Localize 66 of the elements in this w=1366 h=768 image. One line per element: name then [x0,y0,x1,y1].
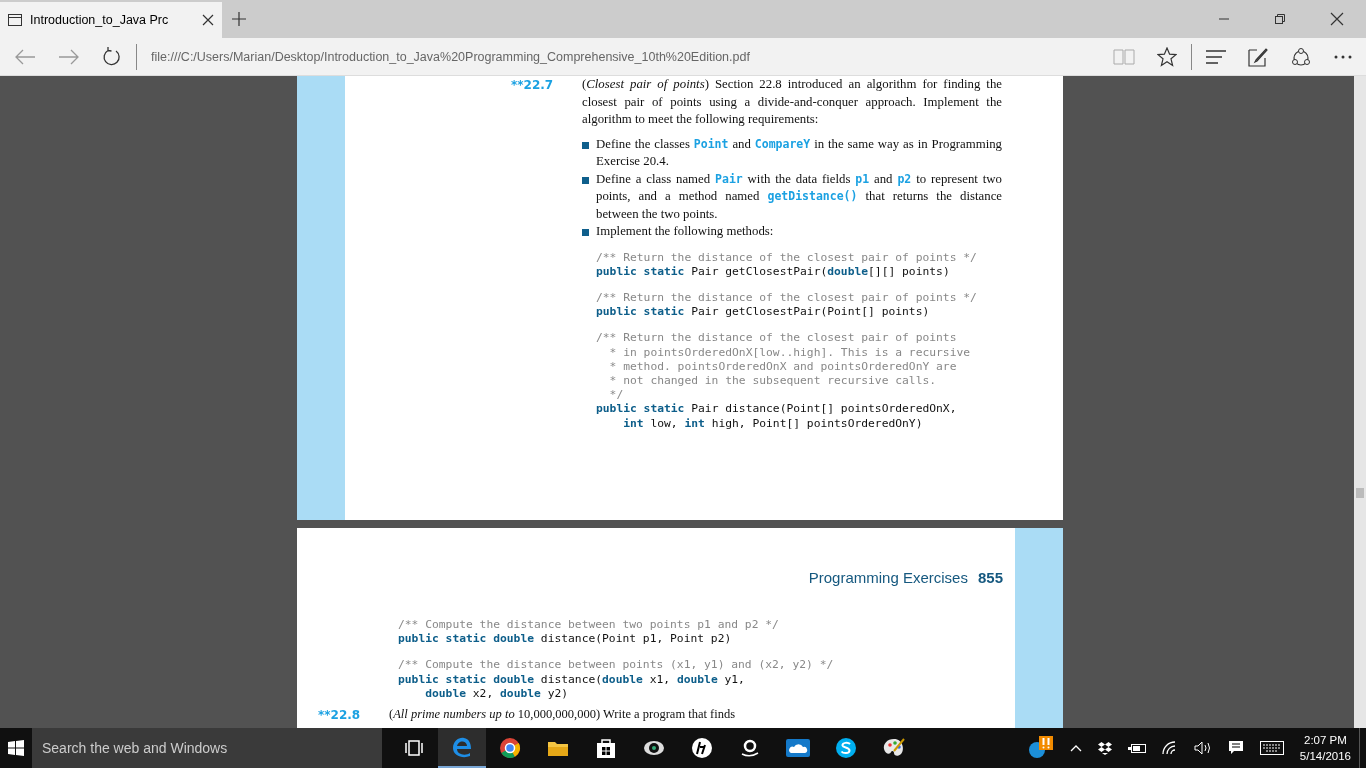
exercise-paragraph: (All prime numbers up to 10,000,000,000) Write a program that finds [389,707,736,723]
refresh-icon[interactable] [102,46,122,67]
code-line: public static double distance(Point p1, Point p2) [398,632,733,647]
clock-time[interactable]: 2:07 PM [1304,732,1347,748]
code-line: */ [608,388,625,403]
keyboard-icon[interactable] [1259,741,1284,755]
restore-icon[interactable] [1274,13,1286,25]
code-line: public static Pair getClosestPair(Point[] points) [596,305,931,320]
smile-arrow-icon [740,737,760,759]
code-line: /** Return the distance of the closest pair of points */ [596,290,978,306]
browser-tab[interactable]: Introduction_to_Java Prc [0,2,222,38]
more-icon[interactable] [1334,54,1352,59]
exercise-number: **22.7 [511,77,555,94]
battery-icon[interactable] [1127,742,1146,754]
exercise-paragraph: (Closest pair of points) Section 22.8 introduced an algorithm for finding the closest pair of points using a divide-and-conquer approach. Implement the algorithm to meet the following requirements: [582,76,1002,128]
code-line: /** Compute the distance between points (x1, y1) and (x2, y2) */ [398,658,835,673]
bullet-text: Define a class named Pair with the data fields p1 and p2 to represent two points, and a method named getDistance() that returns the distance between the two points. [596,170,1002,223]
code-line: double x2, double y2) [424,686,570,701]
back-icon[interactable] [14,48,36,65]
exercise-number: **22.8 [318,707,362,723]
code-line: int low, int high, Point[] pointsOrderedOnY) [622,416,924,431]
note-pen-icon[interactable] [1248,46,1268,67]
code-line: /** Compute the distance between two points p1 and p2 */ [398,618,780,633]
search-field[interactable]: Search the web and Windows [32,728,382,768]
star-icon[interactable] [1157,46,1177,67]
code-line: public static Pair distance(Point[] pointsOrderedOnX, [596,402,958,417]
bullet-icon [582,176,589,184]
bullet-text: Implement the following methods: [596,223,775,240]
code-line: public static Pair getClosestPair(double[][] points) [596,264,951,279]
task-view-icon [405,740,423,756]
code-line: /** Return the distance of the closest pair of points [596,331,958,346]
windows-logo-icon[interactable] [8,740,24,756]
new-tab-icon[interactable] [232,12,246,26]
wifi-icon[interactable] [1161,741,1178,755]
code-line: * not changed in the subsequent recursive calls. [608,373,938,389]
folder-icon [547,739,569,757]
bullet-icon [582,141,589,149]
scrollbar[interactable] [1354,76,1366,728]
code-line: public static double distance(double x1, double y1, [398,672,746,687]
shopping-bag-icon [596,737,616,759]
cloud-icon [786,739,810,757]
chrome-ball-icon [499,737,521,759]
round-logo-icon [691,737,713,759]
code-line: * in pointsOrderedOnX[low..high]. This is a recursive [608,345,972,360]
paint-palette-icon [882,737,906,759]
hub-icon[interactable] [1206,49,1226,64]
running-header: Programming Exercises [808,569,968,586]
code-line: /** Return the distance of the closest pair of points */ [596,250,978,265]
caret-up-icon[interactable] [1069,744,1082,752]
volume-icon[interactable] [1193,741,1212,755]
code-line: * method. pointsOrderedOnX and pointsOrderedOnY are [608,359,958,374]
page-number: 855 [977,569,1003,586]
bullet-text: Define the classes Point and CompareY in the same way as in Programming Exercise 20.4. [596,135,1002,170]
s-chat-icon [835,737,857,759]
close-tab-icon[interactable] [202,14,214,26]
close-window-icon[interactable] [1330,12,1344,26]
tab-title: Introduction_to_Java Prc [30,13,170,27]
clock-date[interactable]: 5/14/2016 [1299,748,1351,764]
forward-icon[interactable] [58,48,80,65]
browser-e-icon [451,736,473,758]
alert-badge-icon[interactable] [1027,735,1054,761]
dropbox-icon[interactable] [1097,741,1112,755]
bullet-icon [582,229,589,236]
notification-icon[interactable] [1227,740,1244,756]
share-icon[interactable] [1290,46,1312,67]
tab-page-icon [8,14,22,26]
